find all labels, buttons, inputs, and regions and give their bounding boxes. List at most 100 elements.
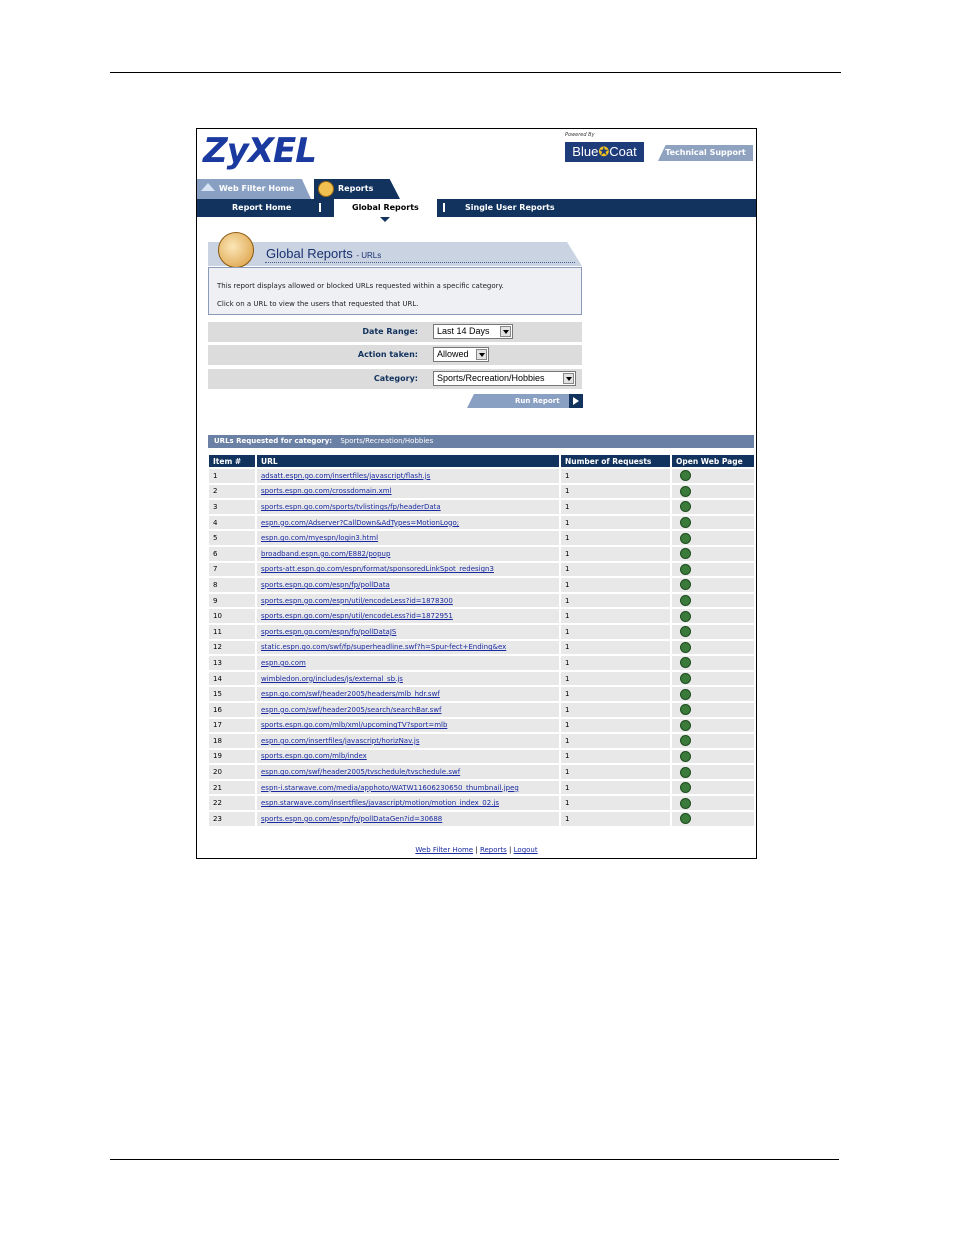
date-range-value: Last 14 Days <box>437 326 490 336</box>
tab-web-filter-home[interactable]: Web Filter Home <box>197 179 311 199</box>
open-web-page-icon[interactable] <box>680 797 691 809</box>
open-web-page-icon[interactable] <box>680 563 691 575</box>
url-link[interactable]: espn.go.com/swf/header2005/search/search… <box>261 706 441 714</box>
table-row: 23 sports.espn.go.com/espn/fp/pollDataGen… <box>209 812 754 826</box>
open-web-page-icon[interactable] <box>680 610 691 622</box>
url-link[interactable]: broadband.espn.go.com/E882/popup <box>261 550 390 558</box>
column-header-url[interactable]: URL <box>257 455 559 467</box>
open-web-page-icon[interactable] <box>680 766 691 778</box>
run-report-label: Run Report <box>515 397 560 405</box>
open-web-page-icon[interactable] <box>680 501 691 513</box>
open-web-page-icon[interactable] <box>680 704 691 716</box>
url-link[interactable]: wimbledon.org/includes/js/external_sb.js <box>261 675 403 683</box>
url-link[interactable]: sports-att.espn.go.com/espn/format/spons… <box>261 565 494 573</box>
category-select[interactable]: Sports/Recreation/Hobbies <box>433 371 576 386</box>
date-range-select[interactable]: Last 14 Days <box>433 324 513 339</box>
open-web-page-icon[interactable] <box>680 688 691 700</box>
url-link[interactable]: espn.go.com/myespn/login3.html <box>261 534 378 542</box>
chevron-down-icon[interactable] <box>563 373 574 384</box>
open-web-page-cell <box>672 734 754 748</box>
url-link[interactable]: adsatt.espn.go.com/insertfiles/javascrip… <box>261 472 430 480</box>
request-count-cell: 1 <box>561 531 670 545</box>
url-link[interactable]: espn-i.starwave.com/media/apphoto/WATW11… <box>261 784 519 792</box>
table-header-row: Item # URL Number of Requests Open Web P… <box>209 455 754 467</box>
open-web-page-icon[interactable] <box>680 595 691 607</box>
url-cell: sports-att.espn.go.com/espn/format/spons… <box>257 562 559 577</box>
open-web-page-icon[interactable] <box>680 579 691 591</box>
page-title: Global Reports - URLs <box>266 246 381 261</box>
open-web-page-icon[interactable] <box>680 626 691 638</box>
play-arrow-icon[interactable] <box>569 394 583 408</box>
table-row: 19 sports.espn.go.com/mlb/index 1 <box>209 749 754 764</box>
subnav-single-user-reports[interactable]: Single User Reports <box>465 199 555 217</box>
url-link[interactable]: espn.go.com/swf/header2005/headers/mlb_h… <box>261 690 440 698</box>
open-web-page-icon[interactable] <box>680 719 691 731</box>
global-reports-icon <box>218 232 254 268</box>
open-web-page-icon[interactable] <box>680 517 691 529</box>
column-header-requests[interactable]: Number of Requests <box>561 455 670 467</box>
open-web-page-icon[interactable] <box>680 470 691 482</box>
item-number-cell: 12 <box>209 640 255 655</box>
request-count-cell: 1 <box>561 812 670 826</box>
table-row: 17 sports.espn.go.com/mlb/xml/upcomingTV?… <box>209 718 754 733</box>
chevron-down-icon[interactable] <box>476 349 487 360</box>
open-web-page-icon[interactable] <box>680 548 691 560</box>
open-web-page-icon[interactable] <box>680 532 691 544</box>
open-web-page-icon[interactable] <box>680 657 691 669</box>
open-web-page-cell <box>672 765 754 779</box>
run-report-button[interactable]: Run Report <box>467 394 583 408</box>
open-web-page-cell <box>672 593 754 608</box>
url-link[interactable]: sports.espn.go.com/mlb/index <box>261 752 367 760</box>
url-link[interactable]: espn.starwave.com/insertfiles/javascript… <box>261 799 499 807</box>
url-link[interactable]: espn.go.com/insertfiles/javascript/horiz… <box>261 737 420 745</box>
open-web-page-icon[interactable] <box>680 750 691 762</box>
table-row: 4 espn.go.com/Adserver?CallDown&AdTypes=M… <box>209 515 754 530</box>
url-link[interactable]: espn.go.com <box>261 659 306 667</box>
powered-by-label: Powered By <box>565 132 595 138</box>
item-number-cell: 15 <box>209 687 255 701</box>
category-value: Sports/Recreation/Hobbies <box>437 373 545 383</box>
column-header-item[interactable]: Item # <box>209 455 255 467</box>
url-link[interactable]: sports.espn.go.com/espn/fp/pollDataJS <box>261 628 396 636</box>
url-link[interactable]: sports.espn.go.com/sports/tvlistings/fp/… <box>261 503 441 511</box>
request-count-cell: 1 <box>561 469 670 483</box>
url-link[interactable]: espn.go.com/Adserver?CallDown&AdTypes=Mo… <box>261 519 459 527</box>
action-taken-select[interactable]: Allowed <box>433 347 489 362</box>
open-web-page-icon[interactable] <box>680 813 691 825</box>
url-link[interactable]: sports.espn.go.com/espn/fp/pollData <box>261 581 390 589</box>
footer-link-logout[interactable]: Logout <box>514 846 538 854</box>
open-web-page-icon[interactable] <box>680 641 691 653</box>
table-row: 6 broadband.espn.go.com/E882/popup 1 <box>209 546 754 561</box>
url-link[interactable]: sports.espn.go.com/espn/util/encodeLess?… <box>261 597 453 605</box>
open-web-page-cell <box>672 702 754 717</box>
open-web-page-icon[interactable] <box>680 673 691 685</box>
footer-link-reports[interactable]: Reports <box>480 846 507 854</box>
open-web-page-cell <box>672 500 754 514</box>
item-number-cell: 22 <box>209 796 255 811</box>
table-row: 22 espn.starwave.com/insertfiles/javascri… <box>209 796 754 811</box>
open-web-page-icon[interactable] <box>680 485 691 497</box>
url-link[interactable]: sports.espn.go.com/espn/util/encodeLess?… <box>261 612 453 620</box>
active-indicator-arrow <box>380 217 391 222</box>
table-row: 10 sports.espn.go.com/espn/util/encodeLes… <box>209 609 754 623</box>
description-line: Click on a URL to view the users that re… <box>217 300 419 308</box>
chevron-down-icon[interactable] <box>500 326 511 337</box>
url-link[interactable]: sports.espn.go.com/espn/fp/pollDataGen?i… <box>261 815 442 823</box>
subnav-report-home[interactable]: Report Home <box>232 199 291 217</box>
tab-reports[interactable]: Reports <box>314 179 400 199</box>
technical-support-button[interactable]: Technical Support <box>658 145 753 161</box>
subnav-global-reports[interactable]: Global Reports <box>334 199 437 222</box>
url-link[interactable]: sports.espn.go.com/crossdomain.xml <box>261 487 392 495</box>
url-link[interactable]: espn.go.com/swf/header2005/tvschedule/tv… <box>261 768 460 776</box>
open-web-page-cell <box>672 624 754 639</box>
footer-link-web-filter-home[interactable]: Web Filter Home <box>415 846 473 854</box>
url-cell: espn.starwave.com/insertfiles/javascript… <box>257 796 559 811</box>
open-web-page-icon[interactable] <box>680 782 691 794</box>
url-cell: static.espn.go.com/swf/fp/superheadline.… <box>257 640 559 655</box>
table-row: 20 espn.go.com/swf/header2005/tvschedule/… <box>209 765 754 779</box>
item-number-cell: 11 <box>209 624 255 639</box>
url-link[interactable]: static.espn.go.com/swf/fp/superheadline.… <box>261 643 506 651</box>
url-link[interactable]: sports.espn.go.com/mlb/xml/upcomingTV?sp… <box>261 721 447 729</box>
item-number-cell: 3 <box>209 500 255 514</box>
open-web-page-icon[interactable] <box>680 735 691 747</box>
